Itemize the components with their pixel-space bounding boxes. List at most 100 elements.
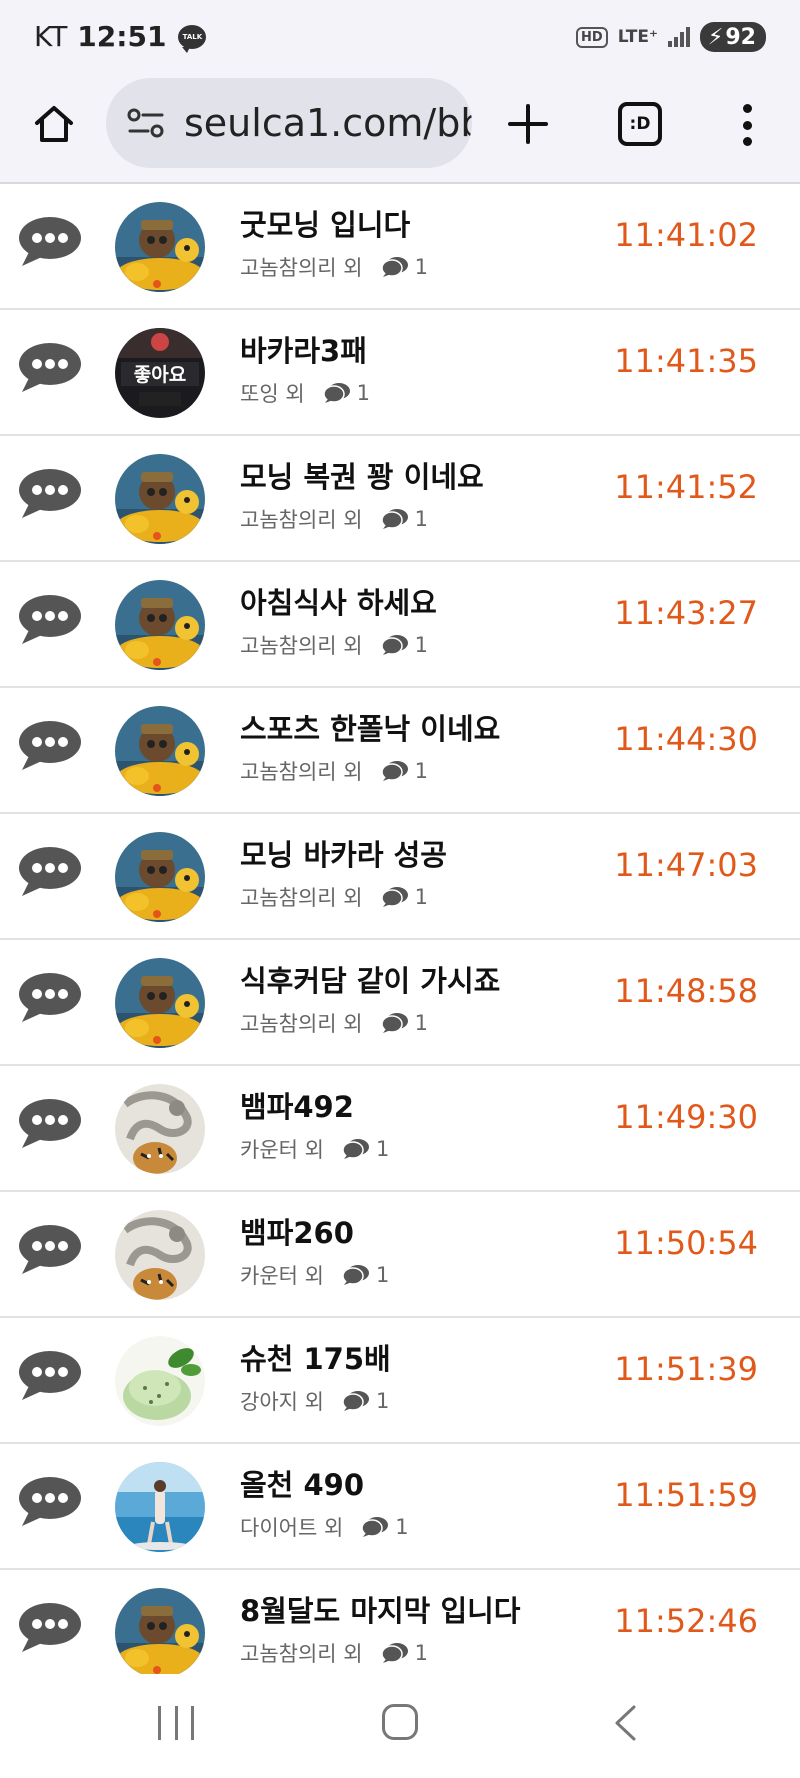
post-list-item[interactable]: 스포츠 한폴낙 이네요 고놈참의리 외 1 11:44:30 — [0, 688, 800, 814]
post-list-item[interactable]: 모닝 바카라 성공 고놈참의리 외 1 11:47:03 — [0, 814, 800, 940]
post-list-item[interactable]: 8월달도 마지막 입니다 고놈참의리 외 1 11:52:46 — [0, 1570, 800, 1674]
comment-count: 1 — [414, 633, 428, 657]
tab-switcher-button[interactable]: :D — [618, 102, 662, 146]
comment-icon — [380, 509, 408, 529]
chat-bubble-icon — [19, 469, 81, 518]
post-list-item[interactable]: 슈천 175배 강아지 외 1 11:51:39 — [0, 1318, 800, 1444]
post-meta: 고놈참의리 외 1 — [240, 504, 428, 534]
author-avatar[interactable] — [115, 580, 205, 670]
author-avatar[interactable] — [115, 1084, 205, 1174]
new-tab-plus-icon[interactable] — [504, 100, 552, 148]
site-settings-icon[interactable] — [126, 103, 166, 143]
author-avatar[interactable] — [115, 832, 205, 922]
post-author[interactable]: 고놈참의리 외 — [240, 252, 363, 282]
post-list-item[interactable]: 좋아요 바카라3패 또잉 외 1 11:41:35 — [0, 310, 800, 436]
author-avatar[interactable] — [115, 1336, 205, 1426]
url-text[interactable]: seulca1.com/bb — [184, 101, 472, 145]
post-meta: 카운터 외 1 — [240, 1134, 389, 1164]
comment-icon — [322, 383, 350, 403]
chat-bubble-icon — [19, 343, 81, 392]
post-list-item[interactable]: 굿모닝 입니다 고놈참의리 외 1 11:41:02 — [0, 184, 800, 310]
comment-icon — [380, 1013, 408, 1033]
avatar-image — [115, 1084, 205, 1174]
post-author[interactable]: 또잉 외 — [240, 378, 305, 408]
avatar-image — [115, 454, 205, 544]
author-avatar[interactable]: 좋아요 — [115, 328, 205, 418]
comment-count: 1 — [414, 885, 428, 909]
post-meta: 다이어트 외 1 — [240, 1512, 409, 1542]
post-time: 11:50:54 — [614, 1224, 758, 1262]
recent-apps-icon[interactable] — [158, 1706, 194, 1740]
status-clock: 12:51 — [77, 20, 167, 53]
post-author[interactable]: 강아지 외 — [240, 1386, 324, 1416]
post-list-item[interactable]: 올천 490 다이어트 외 1 11:51:59 — [0, 1444, 800, 1570]
avatar-image — [115, 1462, 205, 1552]
avatar-image — [115, 1210, 205, 1300]
post-meta: 강아지 외 1 — [240, 1386, 389, 1416]
post-author[interactable]: 고놈참의리 외 — [240, 1638, 363, 1668]
status-right: HD LTE⁺ ⚡ 92 — [576, 22, 766, 52]
home-button[interactable] — [28, 98, 80, 150]
post-title[interactable]: 스포츠 한폴낙 이네요 — [240, 706, 500, 748]
author-avatar[interactable] — [115, 454, 205, 544]
system-navigation-bar — [0, 1674, 800, 1778]
comment-count: 1 — [395, 1515, 409, 1539]
comment-count: 1 — [414, 255, 428, 279]
post-author[interactable]: 고놈참의리 외 — [240, 756, 363, 786]
author-avatar[interactable] — [115, 1210, 205, 1300]
post-author[interactable]: 고놈참의리 외 — [240, 630, 363, 660]
post-time: 11:43:27 — [614, 594, 758, 632]
post-author[interactable]: 카운터 외 — [240, 1134, 324, 1164]
post-title[interactable]: 뱀파260 — [240, 1210, 354, 1252]
post-list-item[interactable]: 아침식사 하세요 고놈참의리 외 1 11:43:27 — [0, 562, 800, 688]
post-time: 11:44:30 — [614, 720, 758, 758]
comment-count: 1 — [375, 1137, 390, 1161]
home-nav-icon[interactable] — [382, 1704, 418, 1740]
author-avatar[interactable] — [115, 706, 205, 796]
comment-icon — [342, 1265, 369, 1285]
post-title[interactable]: 굿모닝 입니다 — [240, 202, 410, 244]
comment-count: 1 — [414, 1011, 428, 1035]
post-author[interactable]: 고놈참의리 외 — [240, 1008, 363, 1038]
author-avatar[interactable] — [115, 958, 205, 1048]
more-menu-icon[interactable] — [735, 100, 759, 150]
comment-icon — [361, 1517, 389, 1537]
post-meta: 고놈참의리 외 1 — [240, 1008, 428, 1038]
post-title[interactable]: 바카라3패 — [240, 328, 367, 370]
chat-bubble-icon — [19, 1099, 81, 1148]
author-avatar[interactable] — [115, 202, 205, 292]
post-time: 11:48:58 — [614, 972, 758, 1010]
comment-icon — [380, 635, 408, 655]
author-avatar[interactable] — [115, 1462, 205, 1552]
post-title[interactable]: 모닝 바카라 성공 — [240, 832, 447, 874]
post-list-item[interactable]: 뱀파260 카운터 외 1 11:50:54 — [0, 1192, 800, 1318]
post-title[interactable]: 올천 490 — [240, 1462, 364, 1504]
post-title[interactable]: 식후커담 같이 가시죠 — [240, 958, 500, 1000]
post-author[interactable]: 다이어트 외 — [240, 1512, 343, 1542]
post-meta: 고놈참의리 외 1 — [240, 630, 428, 660]
post-author[interactable]: 고놈참의리 외 — [240, 504, 363, 534]
post-title[interactable]: 아침식사 하세요 — [240, 580, 437, 622]
post-time: 11:51:59 — [614, 1476, 758, 1514]
post-author[interactable]: 카운터 외 — [240, 1260, 324, 1290]
post-time: 11:51:39 — [614, 1350, 758, 1388]
svg-text:좋아요: 좋아요 — [134, 364, 186, 386]
author-avatar[interactable] — [115, 1588, 205, 1674]
post-list-item[interactable]: 식후커담 같이 가시죠 고놈참의리 외 1 11:48:58 — [0, 940, 800, 1066]
back-icon[interactable] — [612, 1704, 638, 1742]
post-title[interactable]: 8월달도 마지막 입니다 — [240, 1588, 521, 1630]
post-time: 11:47:03 — [614, 846, 758, 884]
chat-bubble-icon — [19, 1225, 81, 1274]
post-list-item[interactable]: 모닝 복권 꽝 이네요 고놈참의리 외 1 11:41:52 — [0, 436, 800, 562]
avatar-image — [115, 1588, 205, 1674]
post-title[interactable]: 모닝 복권 꽝 이네요 — [240, 454, 484, 496]
post-list-item[interactable]: 뱀파492 카운터 외 1 11:49:30 — [0, 1066, 800, 1192]
post-title[interactable]: 슈천 175배 — [240, 1336, 391, 1378]
post-author[interactable]: 고놈참의리 외 — [240, 882, 363, 912]
comment-count: 1 — [414, 1641, 428, 1665]
address-bar[interactable]: seulca1.com/bb — [106, 78, 472, 168]
post-title[interactable]: 뱀파492 — [240, 1084, 354, 1126]
chat-bubble-icon — [19, 847, 81, 896]
post-time: 11:41:35 — [614, 342, 758, 380]
battery-level: 92 — [725, 24, 756, 50]
